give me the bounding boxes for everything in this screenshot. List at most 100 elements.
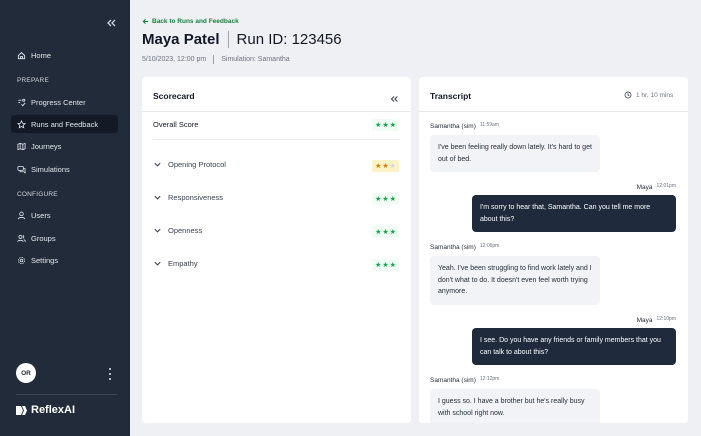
star-filled-icon: ★ — [382, 261, 389, 269]
scorecard-title: Scorecard — [153, 91, 195, 101]
sidebar-item-runs-and-feedback[interactable]: Runs and Feedback — [11, 115, 118, 133]
chevron-down-icon — [153, 226, 162, 235]
transcript-panel[interactable]: Transcript 1 hr, 10 mins Samantha (sim) … — [419, 77, 688, 423]
sidebar-item-label: Progress Center — [31, 97, 86, 107]
criterion-opening-protocol[interactable]: Opening Protocol — [153, 160, 226, 169]
sidebar-divider — [16, 394, 117, 395]
scorecard-header-divider — [142, 111, 411, 112]
star-filled-icon: ★ — [375, 261, 382, 269]
overall-divider — [153, 139, 400, 140]
back-link-label: Back to Runs and Feedback — [152, 18, 239, 25]
gear-icon — [17, 256, 26, 265]
avatar[interactable]: OR — [16, 363, 36, 383]
map-icon — [17, 142, 26, 151]
trainee-name: Maya Patel — [142, 31, 220, 48]
simulation-name: Simulation: Samantha — [221, 56, 290, 63]
message-speaker: Maya 12:10pm — [636, 316, 676, 324]
collapse-sidebar-icon[interactable] — [105, 16, 117, 28]
message-bubble-sim: Yeah. I've been struggling to find work … — [430, 256, 600, 305]
message-speaker: Samantha (sim) 12:06pm — [430, 243, 500, 251]
sidebar-item-label: Groups — [31, 233, 56, 243]
run-meta: 5/10/2023, 12:00 pm Simulation: Samantha — [142, 55, 290, 64]
message-time: 12:12pm — [479, 376, 500, 382]
message-speaker: Maya 12:01pm — [636, 183, 676, 191]
scorecard-panel: Scorecard Overall Score ★ ★ ★ Opening Prot… — [142, 77, 411, 423]
sidebar-item-label: Simulations — [31, 164, 70, 174]
star-filled-icon: ★ — [389, 228, 396, 236]
collapse-scorecard-icon[interactable] — [389, 91, 399, 102]
star-filled-icon: ★ — [382, 195, 389, 203]
star-filled-icon: ★ — [375, 121, 382, 129]
star-filled-icon: ★ — [382, 228, 389, 236]
sidebar-item-label: Home — [31, 50, 52, 60]
star-filled-icon: ★ — [389, 121, 396, 129]
sidebar-item-users[interactable]: Users — [11, 206, 118, 224]
message-time: 11:59am — [479, 122, 499, 128]
title-separator — [227, 31, 229, 48]
sidebar-item-label: Runs and Feedback — [31, 119, 99, 129]
star-filled-icon: ★ — [382, 121, 389, 129]
back-link[interactable]: Back to Runs and Feedback — [142, 18, 239, 25]
group-icon — [17, 234, 26, 243]
star-filled-icon: ★ — [382, 162, 389, 170]
sidebar-item-simulations[interactable]: Simulations — [11, 160, 118, 178]
progress-icon — [17, 98, 26, 107]
page-title: Maya Patel Run ID: 123456 — [142, 31, 342, 48]
sidebar-item-journeys[interactable]: Journeys — [11, 137, 118, 155]
speaker-name: Maya — [636, 184, 653, 191]
star-filled-icon: ★ — [389, 195, 396, 203]
sidebar-item-label: Users — [31, 210, 51, 220]
more-options-icon[interactable] — [108, 368, 112, 380]
run-id: Run ID: 123456 — [236, 31, 342, 48]
criterion-label: Empathy — [168, 259, 198, 268]
overall-score-stars: ★ ★ ★ — [372, 119, 399, 131]
overall-score-label: Overall Score — [153, 120, 199, 129]
sidebar-item-groups[interactable]: Groups — [11, 229, 118, 247]
logo-mark-icon — [16, 405, 27, 415]
section-prepare: PREPARE — [17, 77, 49, 84]
logo-text: ReflexAI — [31, 404, 76, 416]
message-bubble-trainee: I'm sorry to hear that, Samantha. Can yo… — [472, 195, 676, 232]
criterion-stars: ★ ★ ★ — [372, 259, 399, 271]
criterion-stars: ★ ★ ★ — [372, 193, 399, 205]
criterion-label: Opening Protocol — [168, 160, 226, 169]
criterion-stars: ★ ★ ★ — [372, 226, 399, 238]
chevron-down-icon — [153, 259, 162, 268]
arrow-left-icon — [142, 18, 149, 25]
message-bubble-sim: I guess so. I have a brother but he's re… — [430, 389, 600, 423]
user-icon — [17, 211, 26, 220]
speaker-name: Maya — [636, 317, 653, 324]
sidebar-item-home[interactable]: Home — [11, 46, 118, 64]
speaker-name: Samantha (sim) — [430, 123, 476, 130]
criterion-stars: ★ ★ ★ — [372, 160, 399, 172]
message-speaker: Samantha (sim) 12:12pm — [430, 376, 500, 384]
transcript-title: Transcript — [430, 91, 472, 101]
criterion-label: Responsiveness — [168, 193, 224, 202]
sidebar-item-label: Journeys — [31, 141, 62, 151]
star-empty-icon: ★ — [389, 162, 396, 170]
criterion-empathy[interactable]: Empathy — [153, 259, 198, 268]
clock-icon — [624, 91, 632, 99]
criterion-label: Openness — [168, 226, 203, 235]
message-time: 12:01pm — [656, 183, 676, 189]
sidebar-item-progress-center[interactable]: Progress Center — [11, 93, 118, 111]
transcript-header-divider — [419, 111, 688, 112]
call-duration-text: 1 hr, 10 mins — [636, 91, 674, 99]
speaker-name: Samantha (sim) — [430, 244, 476, 251]
home-icon — [17, 51, 26, 60]
meta-separator — [213, 55, 215, 64]
message-bubble-sim: I've been feeling really down lately. It… — [430, 135, 600, 172]
criterion-openness[interactable]: Openness — [153, 226, 202, 235]
sidebar-item-label: Settings — [31, 255, 59, 265]
sidebar-item-settings[interactable]: Settings — [11, 251, 118, 269]
message-speaker: Samantha (sim) 11:59am — [430, 122, 499, 130]
run-date: 5/10/2023, 12:00 pm — [142, 56, 207, 63]
message-time: 12:06pm — [479, 243, 500, 249]
message-bubble-trainee: I see. Do you have any friends or family… — [472, 328, 676, 365]
criterion-responsiveness[interactable]: Responsiveness — [153, 193, 223, 202]
section-configure: CONFIGURE — [17, 191, 58, 198]
sidebar: Home PREPARE Progress Center Runs and Fe… — [0, 0, 130, 436]
star-filled-icon: ★ — [375, 162, 382, 170]
chevron-down-icon — [153, 193, 162, 202]
speaker-name: Samantha (sim) — [430, 377, 476, 384]
